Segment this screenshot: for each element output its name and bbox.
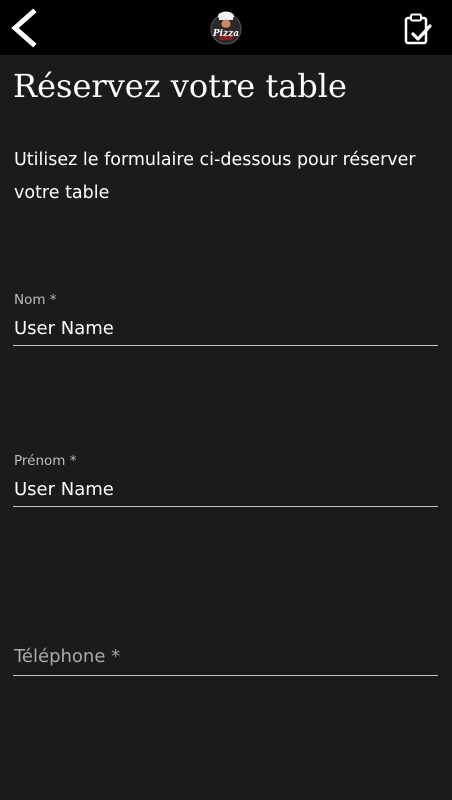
nom-field: Nom *: [13, 292, 438, 354]
pizza-logo: Pizza: [208, 9, 244, 47]
prenom-field: Prénom *: [13, 453, 438, 515]
prenom-input[interactable]: [13, 473, 438, 507]
clipboard-check-icon: [404, 13, 432, 45]
nom-label: Nom *: [14, 292, 57, 308]
telephone-input[interactable]: [13, 638, 438, 676]
nom-input[interactable]: [13, 312, 438, 346]
logo-text: Pizza: [212, 29, 239, 39]
page-title: Réservez votre table: [13, 67, 347, 105]
chevron-left-icon: [11, 8, 37, 48]
intro-text: Utilisez le formulaire ci-dessous pour r…: [14, 150, 416, 203]
reservation-screen: Pizza Réservez votre table Utilisez le f…: [0, 0, 452, 800]
back-button[interactable]: [6, 6, 46, 50]
reservation-button[interactable]: [404, 13, 432, 45]
prenom-label: Prénom *: [14, 453, 77, 469]
app-header: Pizza: [0, 0, 452, 55]
telephone-field: [13, 638, 438, 678]
